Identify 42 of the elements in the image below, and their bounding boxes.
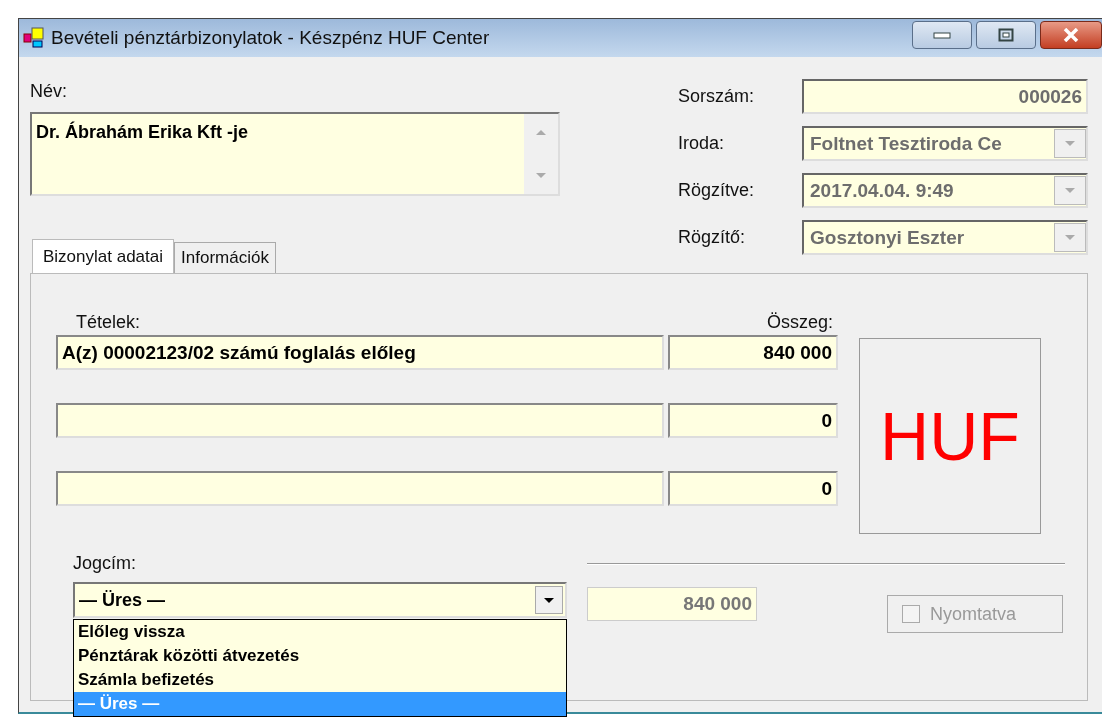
item-field[interactable] xyxy=(56,471,664,506)
legal-title-label: Jogcím: xyxy=(73,553,138,574)
tab[interactable]: Bizonylat adatai xyxy=(32,239,175,274)
app-icon xyxy=(23,27,45,49)
name-field[interactable]: Dr. Ábrahám Erika Kft -je xyxy=(30,112,560,196)
items-label: Tételek: xyxy=(76,312,141,333)
total-field: 840 000 xyxy=(587,587,757,621)
maximize-icon xyxy=(998,28,1014,42)
amount-field[interactable]: 0 xyxy=(668,403,838,438)
scroll-down-icon[interactable] xyxy=(535,172,547,180)
close-button[interactable] xyxy=(1040,21,1102,49)
name-label: Név: xyxy=(30,81,68,102)
field-label: Iroda: xyxy=(678,133,726,154)
dropdown-option[interactable]: Pénztárak közötti átvezetés xyxy=(74,644,566,668)
dropdown-field[interactable]: Gosztonyi Eszter xyxy=(802,220,1088,255)
dropdown-option[interactable]: Előleg vissza xyxy=(74,620,566,644)
dropdown-option[interactable]: Számla befizetés xyxy=(74,668,566,692)
minimize-button[interactable] xyxy=(912,21,972,49)
dropdown-arrow-icon xyxy=(1064,140,1076,147)
amount-field[interactable]: 840 000 xyxy=(668,335,838,370)
dropdown-arrow-icon xyxy=(543,596,555,604)
maximize-button[interactable] xyxy=(976,21,1036,49)
scrollbar[interactable] xyxy=(524,114,558,194)
legal-title-dropdown[interactable]: — Üres — xyxy=(73,582,567,618)
tab[interactable]: Információk xyxy=(174,242,276,273)
scroll-up-icon[interactable] xyxy=(535,128,547,136)
field-label: Rögzítve: xyxy=(678,180,756,201)
item-field[interactable] xyxy=(56,403,664,438)
dropdown-field[interactable]: 2017.04.04. 9:49 xyxy=(802,173,1088,208)
number-field[interactable]: 000026 xyxy=(802,79,1088,114)
dropdown-arrow-icon xyxy=(1064,234,1076,241)
amount-field[interactable]: 0 xyxy=(668,471,838,506)
field-label: Sorszám: xyxy=(678,86,756,107)
dropdown-arrow-icon xyxy=(1064,187,1076,194)
close-icon xyxy=(1061,28,1081,42)
minimize-icon xyxy=(933,31,951,39)
window-title: Bevételi pénztárbizonylatok - Készpénz HUF Center xyxy=(51,27,490,49)
dropdown-field[interactable]: Foltnet Tesztiroda Ce xyxy=(802,126,1088,161)
amount-label: Összeg: xyxy=(766,312,833,333)
field-label: Rögzítő: xyxy=(678,227,747,248)
currency-text: HUF xyxy=(880,397,1020,475)
item-field[interactable]: A(z) 00002123/02 számú foglalás előleg xyxy=(56,335,664,370)
